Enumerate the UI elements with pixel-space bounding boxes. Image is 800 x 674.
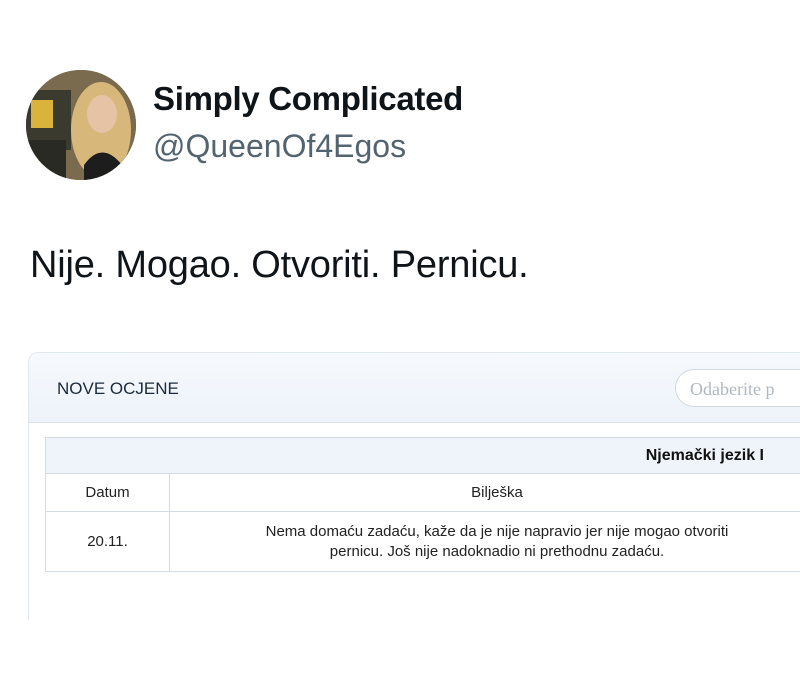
panel-title: NOVE OCJENE <box>57 379 179 398</box>
profile-photo <box>26 70 136 180</box>
grades-panel-header: NOVE OCJENE Odaberite p <box>29 353 800 423</box>
row-note: Nema domaću zadaću, kaže da je nije napr… <box>169 511 800 572</box>
row-date: 20.11. <box>45 511 170 572</box>
embedded-screenshot: NOVE OCJENE Odaberite p Njemački jezik I… <box>28 352 800 620</box>
table-header-row: Datum Bilješka <box>45 473 800 512</box>
avatar[interactable] <box>26 70 136 180</box>
subject-select[interactable]: Odaberite p <box>675 369 800 407</box>
subject-row: Njemački jezik I <box>45 437 800 474</box>
display-name[interactable]: Simply Complicated <box>153 80 463 118</box>
column-header-note: Bilješka <box>169 473 800 512</box>
table-row: 20.11. Nema domaću zadaću, kaže da je ni… <box>45 511 800 572</box>
row-note-line-1: Nema domaću zadaću, kaže da je nije napr… <box>265 522 729 540</box>
user-handle[interactable]: @QueenOf4Egos <box>153 128 406 165</box>
row-note-line-2: pernicu. Još nije nadoknadio ni prethodn… <box>329 542 665 560</box>
column-header-date: Datum <box>45 473 170 512</box>
subject-name: Njemački jezik I <box>45 437 800 474</box>
grades-table: Njemački jezik I Datum Bilješka 20.11. N… <box>45 437 800 572</box>
tweet-text: Nije. Mogao. Otvoriti. Pernicu. <box>30 244 529 286</box>
select-placeholder: Odaberite p <box>690 379 775 399</box>
